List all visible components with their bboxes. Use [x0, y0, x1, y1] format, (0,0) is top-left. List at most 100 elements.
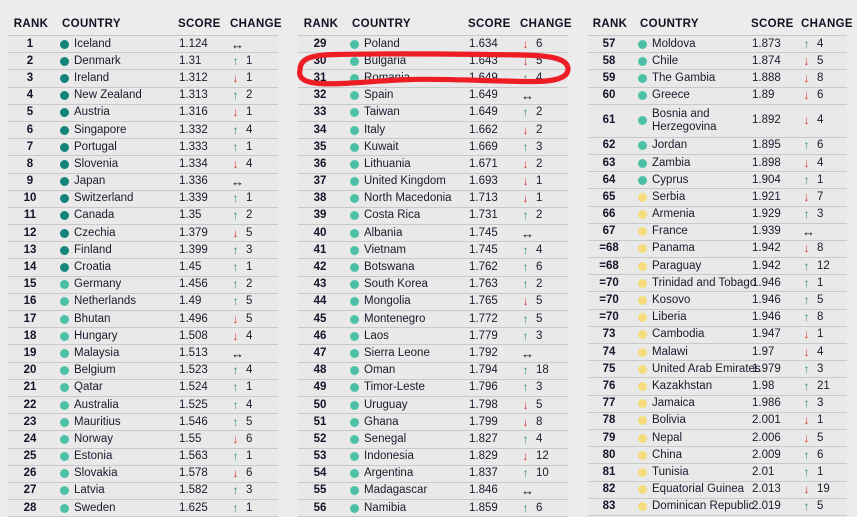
table-row[interactable]: 18 Hungary 1.508 ↓ 4: [8, 327, 278, 345]
table-row[interactable]: 46 Laos 1.779 ↑ 3: [298, 327, 568, 345]
table-row[interactable]: 66 Armenia 1.929 ↑ 3: [588, 205, 847, 224]
table-row[interactable]: 16 Netherlands 1.49 ↑ 5: [8, 292, 278, 311]
table-row[interactable]: 31 Romania 1.649 ↑ 4: [298, 69, 568, 88]
cell-country: Serbia: [632, 188, 751, 206]
table-row[interactable]: 39 Costa Rica 1.731 ↑ 2: [298, 206, 568, 225]
table-row[interactable]: 55 Madagascar 1.846 ↔: [298, 481, 568, 500]
table-row[interactable]: 53 Indonesia 1.829 ↓ 12: [298, 447, 568, 466]
table-row[interactable]: 5 Austria 1.316 ↓ 1: [8, 103, 278, 122]
arrow-down-icon: ↓: [522, 191, 529, 206]
table-row[interactable]: 40 Albania 1.745 ↔: [298, 224, 568, 242]
cell-rank: 9: [8, 172, 54, 191]
table-row[interactable]: 61 Bosnia and Herzegovina 1.892 ↓ 4: [588, 103, 847, 138]
table-row[interactable]: 42 Botswana 1.762 ↑ 6: [298, 258, 568, 277]
table-row[interactable]: 2 Denmark 1.31 ↑ 1: [8, 52, 278, 70]
table-row[interactable]: 38 North Macedonia 1.713 ↓ 1: [298, 189, 568, 208]
table-row[interactable]: 32 Spain 1.649 ↔: [298, 86, 568, 105]
table-row[interactable]: 60 Greece 1.89 ↓ 6: [588, 86, 847, 105]
table-row[interactable]: 13 Finland 1.399 ↑ 3: [8, 241, 278, 259]
table-row[interactable]: 47 Sierra Leone 1.792 ↔: [298, 344, 568, 363]
table-row[interactable]: 65 Serbia 1.921 ↓ 7: [588, 188, 847, 206]
table-row[interactable]: 81 Tunisia 2.01 ↑ 1: [588, 463, 847, 481]
change-value: 3: [246, 243, 253, 256]
table-row[interactable]: 52 Senegal 1.827 ↑ 4: [298, 430, 568, 448]
cell-country: United Arab Emirates: [632, 360, 761, 378]
cell-score: 2.006: [751, 428, 801, 447]
table-row[interactable]: 79 Nepal 2.006 ↓ 5: [588, 428, 847, 447]
peace-level-dot-icon: [638, 416, 647, 426]
table-row[interactable]: 36 Lithuania 1.671 ↓ 2: [298, 155, 568, 173]
table-row[interactable]: 15 Germany 1.456 ↑ 2: [8, 275, 278, 294]
table-row[interactable]: 25 Estonia 1.563 ↑ 1: [8, 447, 278, 466]
table-row[interactable]: =68 Panama 1.942 ↓ 8: [588, 239, 847, 258]
table-row[interactable]: 63 Zambia 1.898 ↓ 4: [588, 153, 847, 172]
table-row[interactable]: 74 Malawi 1.97 ↓ 4: [588, 342, 847, 361]
table-row[interactable]: 37 United Kingdom 1.693 ↓ 1: [298, 172, 568, 191]
country-name: Romania: [364, 71, 411, 84]
table-row[interactable]: 80 China 2.009 ↑ 6: [588, 446, 847, 464]
table-row[interactable]: 75 United Arab Emirates 1.979 ↑ 3: [588, 360, 847, 378]
table-row[interactable]: 67 France 1.939 ↔: [588, 222, 847, 241]
table-row[interactable]: 10 Switzerland 1.339 ↑ 1: [8, 189, 278, 208]
table-row[interactable]: 51 Ghana 1.799 ↓ 8: [298, 413, 568, 431]
table-row[interactable]: 17 Bhutan 1.496 ↓ 5: [8, 309, 278, 328]
table-row[interactable]: 48 Oman 1.794 ↑ 18: [298, 361, 568, 380]
table-row[interactable]: =70 Liberia 1.946 ↑ 8: [588, 308, 847, 327]
table-row[interactable]: 73 Cambodia 1.947 ↓ 1: [588, 325, 847, 344]
table-row[interactable]: 11 Canada 1.35 ↑ 2: [8, 206, 278, 225]
table-row[interactable]: 21 Qatar 1.524 ↑ 1: [8, 378, 278, 397]
table-row[interactable]: 41 Vietnam 1.745 ↑ 4: [298, 241, 568, 259]
table-row[interactable]: 26 Slovakia 1.578 ↓ 6: [8, 464, 278, 483]
table-row[interactable]: 19 Malaysia 1.513 ↔: [8, 344, 278, 363]
table-row[interactable]: 82 Equatorial Guinea 2.013 ↓ 19: [588, 480, 847, 499]
table-row[interactable]: 27 Latvia 1.582 ↑ 3: [8, 481, 278, 500]
table-row[interactable]: 44 Mongolia 1.765 ↓ 5: [298, 292, 568, 311]
table-row[interactable]: 1 Iceland 1.124 ↔: [8, 34, 278, 53]
table-row[interactable]: 12 Czechia 1.379 ↓ 5: [8, 224, 278, 242]
change-value: 4: [246, 329, 253, 342]
table-row[interactable]: 78 Bolivia 2.001 ↓ 1: [588, 411, 847, 430]
cell-rank: 30: [298, 52, 344, 70]
table-row[interactable]: 76 Kazakhstan 1.98 ↑ 21: [588, 377, 847, 396]
table-row[interactable]: 24 Norway 1.55 ↓ 6: [8, 430, 278, 448]
table-row[interactable]: 14 Croatia 1.45 ↑ 1: [8, 258, 278, 277]
arrow-down-icon: ↓: [803, 189, 810, 204]
column-header-score: SCORE: [751, 0, 801, 36]
table-row[interactable]: 54 Argentina 1.837 ↑ 10: [298, 464, 568, 483]
table-row[interactable]: 62 Jordan 1.895 ↑ 6: [588, 136, 847, 155]
table-row[interactable]: 33 Taiwan 1.649 ↑ 2: [298, 103, 568, 122]
table-row[interactable]: 57 Moldova 1.873 ↑ 4: [588, 34, 847, 53]
table-row[interactable]: 34 Italy 1.662 ↓ 2: [298, 120, 568, 139]
table-row[interactable]: 43 South Korea 1.763 ↑ 2: [298, 275, 568, 294]
table-row[interactable]: 8 Slovenia 1.334 ↓ 4: [8, 155, 278, 173]
table-row[interactable]: 45 Montenegro 1.772 ↑ 5: [298, 309, 568, 328]
table-row[interactable]: 22 Australia 1.525 ↑ 4: [8, 395, 278, 414]
table-row[interactable]: 20 Belgium 1.523 ↑ 4: [8, 361, 278, 380]
table-row[interactable]: 35 Kuwait 1.669 ↑ 3: [298, 138, 568, 156]
cell-score: 1.513: [178, 344, 230, 363]
table-row[interactable]: 3 Ireland 1.312 ↓ 1: [8, 69, 278, 88]
table-row[interactable]: 9 Japan 1.336 ↔: [8, 172, 278, 191]
table-row[interactable]: 83 Dominican Republic 2.019 ↑ 5: [588, 497, 847, 516]
cell-score: 1.546: [178, 413, 230, 431]
table-row[interactable]: 29 Poland 1.634 ↓ 6: [298, 34, 568, 53]
table-row[interactable]: 49 Timor-Leste 1.796 ↑ 3: [298, 378, 568, 397]
table-row[interactable]: 30 Bulgaria 1.643 ↓ 5: [298, 52, 568, 70]
table-row[interactable]: 59 The Gambia 1.888 ↓ 8: [588, 69, 847, 88]
table-row[interactable]: 58 Chile 1.874 ↓ 5: [588, 52, 847, 70]
cell-change: ↑ 6: [801, 136, 847, 155]
country-name: Ghana: [364, 415, 399, 428]
table-row[interactable]: =70 Kosovo 1.946 ↑ 5: [588, 291, 847, 310]
peace-level-dot-icon: [60, 383, 69, 393]
table-row[interactable]: =70 Trinidad and Tobago 1.946 ↑ 1: [588, 274, 847, 292]
table-row[interactable]: 64 Cyprus 1.904 ↑ 1: [588, 171, 847, 189]
table-row[interactable]: 50 Uruguay 1.798 ↓ 5: [298, 395, 568, 414]
table-row[interactable]: 6 Singapore 1.332 ↑ 4: [8, 120, 278, 139]
table-row[interactable]: 4 New Zealand 1.313 ↑ 2: [8, 86, 278, 105]
table-row[interactable]: 56 Namibia 1.859 ↑ 6: [298, 499, 568, 517]
table-row[interactable]: 23 Mauritius 1.546 ↑ 5: [8, 413, 278, 431]
table-row[interactable]: 7 Portugal 1.333 ↑ 1: [8, 138, 278, 156]
table-row[interactable]: =68 Paraguay 1.942 ↑ 12: [588, 257, 847, 275]
table-row[interactable]: 77 Jamaica 1.986 ↑ 3: [588, 394, 847, 413]
table-row[interactable]: 28 Sweden 1.625 ↑ 1: [8, 499, 278, 517]
